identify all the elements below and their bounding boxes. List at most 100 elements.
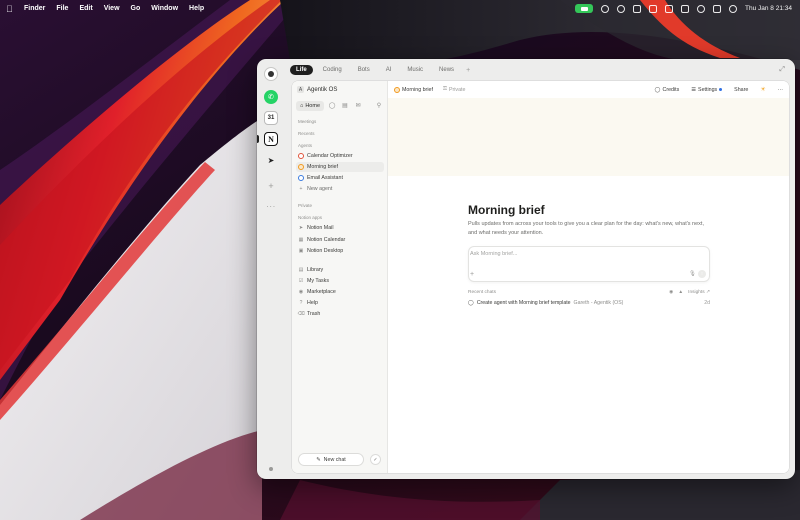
- sidebar-item-trash[interactable]: ⌫ Trash: [296, 309, 384, 319]
- sidebar-item-calendar-optimizer[interactable]: Calendar Optimizer: [296, 151, 384, 161]
- section-private[interactable]: Private: [298, 203, 312, 208]
- tab-coding[interactable]: Coding: [317, 65, 348, 75]
- sidebar: A Agentik OS ⌂ Home ◯ ▤ ✉ ⚲ Meetings Rec…: [292, 81, 388, 473]
- shield-status-icon[interactable]: [681, 4, 690, 13]
- sidebar-item-email-assistant[interactable]: Email Assistant: [296, 173, 384, 183]
- recent-chat-author: Gareth - Agentik (OS): [573, 300, 624, 306]
- search-icon[interactable]: ⚲: [374, 101, 384, 111]
- credits-button[interactable]: ◯ Credits: [655, 87, 680, 93]
- menu-view[interactable]: View: [104, 5, 120, 12]
- recent-chat-time: 2d: [704, 300, 710, 306]
- trash-icon: ⌫: [297, 311, 305, 317]
- more-apps-icon[interactable]: ···: [264, 199, 278, 213]
- sidebar-item-notion-mail[interactable]: ➤ Notion Mail: [296, 223, 384, 233]
- wifi-icon[interactable]: [729, 4, 738, 13]
- page-topbar: Morning brief ⚿ Private ◯ Credits ☰ Sett…: [388, 81, 789, 98]
- music-status-icon[interactable]: [697, 4, 706, 13]
- attach-icon[interactable]: +: [470, 271, 474, 278]
- filter-icon[interactable]: ◉: [669, 290, 673, 295]
- new-chat-options-icon[interactable]: ✓: [370, 454, 381, 465]
- sort-icon[interactable]: ▲: [678, 290, 683, 295]
- camera-indicator-icon[interactable]: [575, 4, 594, 13]
- tab-ai[interactable]: AI: [380, 65, 398, 75]
- workspace-switcher[interactable]: A Agentik OS: [297, 85, 337, 94]
- recent-chats-label: Recent chats: [468, 290, 496, 295]
- menu-window[interactable]: Window: [151, 5, 178, 12]
- focus-status-icon[interactable]: [617, 4, 626, 13]
- battery-icon[interactable]: [713, 4, 722, 13]
- ask-input[interactable]: Ask Morning brief...: [470, 251, 517, 257]
- menu-edit[interactable]: Edit: [79, 5, 92, 12]
- sliders-icon: ☰: [691, 86, 697, 93]
- breadcrumb[interactable]: Morning brief: [394, 86, 433, 93]
- menu-file[interactable]: File: [56, 5, 68, 12]
- sidebar-item-notion-calendar[interactable]: ▦ Notion Calendar: [296, 235, 384, 245]
- app-rail: ✆ 31 N ➤ + ···: [257, 59, 287, 479]
- sidebar-status-icon[interactable]: [633, 4, 642, 13]
- section-notion-apps[interactable]: Notion apps: [298, 215, 322, 220]
- calendar-icon: ▦: [298, 237, 304, 243]
- notes-icon[interactable]: ▤: [340, 101, 350, 111]
- sun-icon[interactable]: ☀: [760, 86, 765, 93]
- tab-news[interactable]: News: [433, 65, 460, 75]
- section-meetings[interactable]: Meetings: [298, 119, 316, 124]
- display-status-icon[interactable]: [665, 4, 674, 13]
- tasks-icon: ☑: [298, 278, 304, 284]
- inbox-icon[interactable]: ✉: [353, 101, 363, 111]
- add-tab-button[interactable]: +: [466, 67, 470, 74]
- apple-menu-icon[interactable]: : [6, 4, 14, 14]
- menu-go[interactable]: Go: [131, 5, 141, 12]
- send-app-icon[interactable]: ➤: [264, 153, 278, 167]
- notion-app-icon[interactable]: N: [264, 132, 278, 146]
- mail-icon: ➤: [298, 225, 304, 231]
- chat-icon[interactable]: ◯: [327, 101, 337, 111]
- sidebar-item-library[interactable]: ▤ Library: [296, 265, 384, 275]
- send-icon[interactable]: ↑: [698, 270, 706, 278]
- sidebar-item-marketplace[interactable]: ◉ Marketplace: [296, 287, 384, 297]
- breadcrumb-label: Morning brief: [402, 86, 433, 93]
- sidebar-item-morning-brief[interactable]: Morning brief: [296, 162, 384, 172]
- insights-link[interactable]: Insights ↗: [688, 290, 710, 295]
- home-button[interactable]: ⌂ Home: [296, 100, 324, 111]
- sidebar-item-label: Help: [307, 300, 318, 306]
- mic-icon[interactable]: 🎙: [689, 271, 696, 277]
- notion-icon: ▣: [298, 248, 304, 254]
- agent-icon: [298, 175, 304, 181]
- settings-status-icon[interactable]: [601, 4, 610, 13]
- share-button[interactable]: Share: [734, 87, 748, 93]
- tab-bots[interactable]: Bots: [352, 65, 376, 75]
- home-icon: ⌂: [300, 102, 304, 109]
- privacy-indicator[interactable]: ⚿ Private: [443, 86, 466, 93]
- calendar-app-icon[interactable]: 31: [264, 111, 278, 125]
- active-app-indicator: [257, 135, 259, 143]
- sidebar-item-label: Calendar Optimizer: [307, 153, 353, 159]
- profile-avatar[interactable]: [264, 67, 278, 81]
- new-chat-button[interactable]: ✎ New chat: [298, 453, 364, 466]
- sidebar-item-help[interactable]: ? Help: [296, 298, 384, 308]
- section-agents[interactable]: Agents: [298, 143, 312, 148]
- sidebar-item-label: Morning brief: [307, 164, 338, 170]
- expand-icon[interactable]: ⤢: [779, 66, 785, 74]
- recent-chat-row[interactable]: ◯ Create agent with Morning brief templa…: [468, 300, 710, 306]
- settings-button[interactable]: ☰ Settings: [691, 86, 723, 93]
- sidebar-item-my-tasks[interactable]: ☑ My Tasks: [296, 276, 384, 286]
- section-recents[interactable]: Recents: [298, 131, 315, 136]
- add-app-icon[interactable]: +: [264, 179, 278, 193]
- chat-bubble-icon: ◯: [468, 300, 474, 306]
- ask-input-box[interactable]: Ask Morning brief... + 🎙 ↑: [468, 246, 710, 282]
- sidebar-item-notion-desktop[interactable]: ▣ Notion Desktop: [296, 246, 384, 256]
- tab-life[interactable]: Life: [290, 65, 313, 75]
- menu-clock[interactable]: Thu Jan 8 21:34: [745, 5, 792, 12]
- agent-icon: [394, 86, 400, 93]
- workspace-icon: A: [297, 86, 304, 93]
- grid-status-icon[interactable]: [649, 4, 658, 13]
- sidebar-item-new-agent[interactable]: + New agent: [296, 184, 384, 194]
- whatsapp-icon[interactable]: ✆: [264, 90, 278, 104]
- tab-music[interactable]: Music: [401, 65, 429, 75]
- notion-frame: A Agentik OS ⌂ Home ◯ ▤ ✉ ⚲ Meetings Rec…: [292, 81, 789, 473]
- menu-finder[interactable]: Finder: [24, 5, 45, 12]
- more-options-button[interactable]: ···: [778, 87, 783, 93]
- page-cover: [388, 98, 789, 176]
- space-tabs: Life Coding Bots AI Music News +: [290, 64, 470, 76]
- menu-help[interactable]: Help: [189, 5, 204, 12]
